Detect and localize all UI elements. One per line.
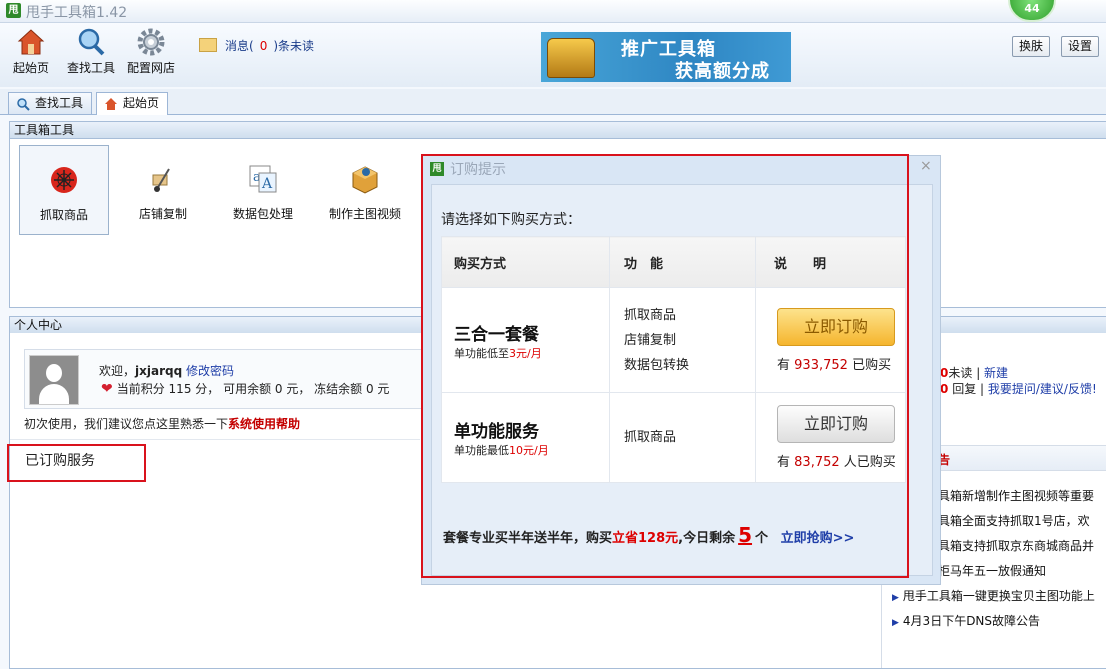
package-icon xyxy=(349,163,381,195)
tab-strip: 查找工具 起始页 xyxy=(0,89,1106,115)
tool-data-package[interactable]: aA 数据包处理 xyxy=(219,145,307,233)
title-bar: 甩 甩手工具箱1.42 xyxy=(0,0,1106,23)
change-password-link[interactable]: 修改密码 xyxy=(186,364,234,378)
notice-text: 4月3日下午DNS故障公告 xyxy=(902,614,1041,628)
tool-label: 数据包处理 xyxy=(232,207,293,221)
house-icon xyxy=(16,27,46,57)
app-version: 1.42 xyxy=(96,5,128,21)
notice-item[interactable]: 具箱新增制作主图视频等重要 xyxy=(938,487,1094,504)
help-link[interactable]: 系统使用帮助 xyxy=(228,417,300,431)
welcome-line: 欢迎，jxjarqq 修改密码 xyxy=(99,362,234,379)
promo-banner[interactable]: 推广工具箱 获高额分成 xyxy=(541,32,791,82)
unread-label: 未读 xyxy=(948,366,973,380)
translate-icon: aA xyxy=(247,163,279,195)
arrow-right-icon: ▶ xyxy=(892,593,899,603)
notice-item[interactable]: 具箱全面支持抓取1号店，欢 xyxy=(938,512,1090,529)
config-store-button[interactable]: 配置网店 xyxy=(124,27,178,76)
arrow-right-icon: ▶ xyxy=(892,618,899,628)
notice-text: 具箱支持抓取京东商城商品并 xyxy=(938,539,1095,553)
skin-button[interactable]: 换肤 xyxy=(1012,36,1050,57)
msg-prefix: 消息( xyxy=(225,39,254,53)
first-use-tip: 初次使用，我们建议您点这里熟悉一下系统使用帮助 xyxy=(24,415,300,432)
feedback-link[interactable]: 我要提问/建议/反馈! xyxy=(988,382,1097,396)
treasure-chest-icon xyxy=(547,38,595,78)
notice-item[interactable]: 具箱支持抓取京东商城商品并 xyxy=(938,537,1094,554)
app-logo-icon: 甩 xyxy=(6,3,21,18)
tools-panel-header: 工具箱工具 xyxy=(9,121,1106,139)
tool-label: 制作主图视频 xyxy=(328,207,401,221)
avatar xyxy=(29,355,79,405)
notice-item[interactable]: 柜马年五一放假通知 xyxy=(938,562,1046,579)
username: jxjarqq xyxy=(135,364,183,378)
find-tool-button[interactable]: 查找工具 xyxy=(64,27,118,76)
heart-icon: ❤ xyxy=(101,381,113,397)
tool-main-image-video[interactable]: 制作主图视频 xyxy=(319,145,411,233)
notice-item[interactable]: ▶ 甩手工具箱一键更换宝贝主图功能上 xyxy=(892,587,1095,604)
app-title-text: 甩手工具箱 xyxy=(26,5,96,21)
gear-icon xyxy=(136,27,166,57)
points-text: 当前积分 115 分， 可用余额 0 元， 冻结余额 0 元 xyxy=(116,382,390,396)
close-icon[interactable]: × xyxy=(920,158,932,174)
promo-line2: 获高额分成 xyxy=(675,61,770,82)
tab-home-label: 起始页 xyxy=(123,96,160,110)
msg-count: 0 xyxy=(259,39,268,53)
highlight-box xyxy=(421,154,909,578)
house-icon xyxy=(104,97,118,111)
new-link[interactable]: 新建 xyxy=(984,366,1008,380)
hand-truck-icon xyxy=(147,163,179,195)
tool-label: 抓取商品 xyxy=(39,208,88,222)
notice-text: 具箱全面支持抓取1号店，欢 xyxy=(938,514,1090,528)
welcome-prefix: 欢迎， xyxy=(99,364,136,378)
points-line: ❤ 当前积分 115 分， 可用余额 0 元， 冻结余额 0 元 xyxy=(101,380,389,397)
user-info-box: 欢迎，jxjarqq 修改密码 ❤ 当前积分 115 分， 可用余额 0 元， 冻… xyxy=(24,349,436,409)
home-label: 起始页 xyxy=(12,61,49,75)
reply-label: 回复 xyxy=(952,382,977,396)
reply-count: 0 xyxy=(940,382,949,396)
message-row: 0未读 | 新建 xyxy=(940,366,1009,380)
highlight-box xyxy=(7,444,146,482)
magnifier-icon xyxy=(16,97,30,111)
tool-copy-store[interactable]: 店铺复制 xyxy=(119,145,207,233)
notice-text: 柜马年五一放假通知 xyxy=(938,564,1047,578)
find-label: 查找工具 xyxy=(66,61,115,75)
msg-suffix: )条未读 xyxy=(273,39,315,53)
config-label: 配置网店 xyxy=(126,61,175,75)
tab-find-label: 查找工具 xyxy=(35,96,84,110)
envelope-icon xyxy=(199,38,217,52)
settings-button[interactable]: 设置 xyxy=(1061,36,1099,57)
toolbar: 起始页 查找工具 配置网店 消息( 0 )条未读 推广工具箱 获高额分成 换肤 设置 xyxy=(0,23,1106,87)
notice-item[interactable]: ▶ 4月3日下午DNS故障公告 xyxy=(892,612,1040,629)
tool-label: 店铺复制 xyxy=(138,207,187,221)
magnifier-icon xyxy=(76,27,106,57)
app-title: 甩手工具箱1.42 xyxy=(26,2,127,22)
divider xyxy=(10,439,420,440)
tab-find-tool[interactable]: 查找工具 xyxy=(8,92,93,114)
first-use-text: 初次使用，我们建议您点这里熟悉一下 xyxy=(24,417,229,431)
home-button[interactable]: 起始页 xyxy=(10,27,52,76)
reply-row: 0 回复 | 我要提问/建议/反馈! xyxy=(940,382,1097,396)
tool-fetch-products[interactable]: 抓取商品 xyxy=(19,145,109,235)
notice-text: 甩手工具箱一键更换宝贝主图功能上 xyxy=(902,589,1095,603)
spider-icon xyxy=(48,164,80,196)
svg-text:A: A xyxy=(261,176,273,192)
notice-text: 具箱新增制作主图视频等重要 xyxy=(938,489,1095,503)
message-status[interactable]: 消息( 0 )条未读 xyxy=(199,37,314,54)
tab-home[interactable]: 起始页 xyxy=(96,92,169,115)
